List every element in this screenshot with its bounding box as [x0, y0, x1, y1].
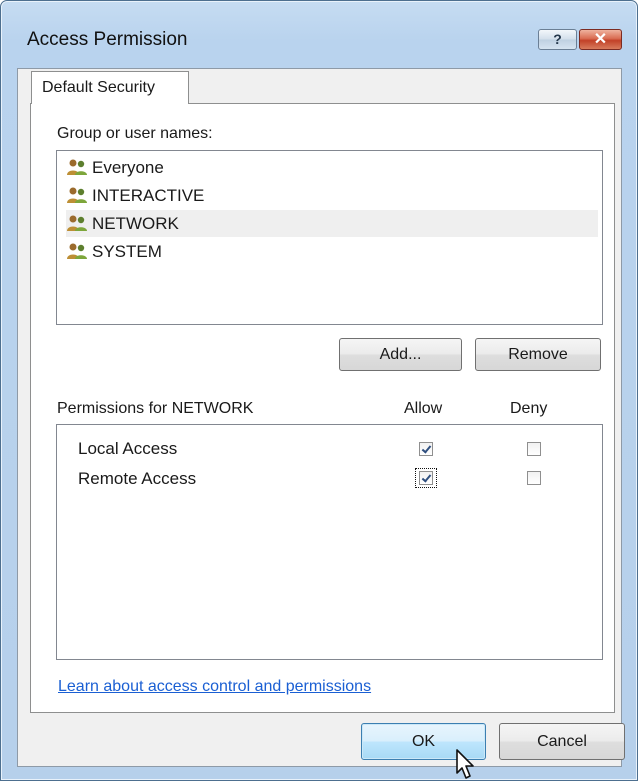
list-item-interactive[interactable]: INTERACTIVE	[66, 182, 598, 209]
group-user-listbox[interactable]: Everyone INTERACTIVE NETWORK SYSTEM	[56, 150, 603, 325]
cancel-button[interactable]: Cancel	[499, 723, 625, 760]
remove-button[interactable]: Remove	[475, 338, 601, 371]
users-icon	[67, 243, 87, 259]
close-button[interactable]: ✕	[579, 29, 622, 50]
permission-label: Remote Access	[78, 469, 197, 488]
window-title: Access Permission	[27, 29, 188, 50]
permission-row-local-access: Local Access	[57, 433, 602, 463]
list-item-network[interactable]: NETWORK	[66, 210, 598, 237]
permission-label: Local Access	[78, 439, 178, 458]
access-permission-dialog: Access Permission ? ✕ Default Security G…	[0, 0, 638, 781]
remote-access-deny-checkbox[interactable]	[527, 471, 541, 485]
add-button[interactable]: Add...	[339, 338, 462, 371]
list-item-system[interactable]: SYSTEM	[66, 238, 598, 265]
permission-row-remote-access: Remote Access	[57, 463, 602, 493]
permissions-list: Local Access Remote Access	[56, 424, 603, 660]
users-icon	[67, 215, 87, 231]
local-access-deny-checkbox[interactable]	[527, 442, 541, 456]
mouse-pointer-icon	[456, 749, 474, 779]
deny-column-header: Deny	[510, 400, 548, 417]
permissions-for-label: Permissions for NETWORK	[57, 400, 254, 417]
local-access-allow-checkbox[interactable]	[419, 442, 433, 456]
tab-default-security[interactable]: Default Security	[31, 71, 189, 104]
group-or-user-names-label: Group or user names:	[57, 125, 213, 142]
allow-column-header: Allow	[404, 400, 443, 417]
list-item-everyone[interactable]: Everyone	[66, 154, 598, 181]
title-bar: Access Permission ? ✕	[1, 1, 637, 59]
users-icon	[67, 159, 87, 175]
list-item-label: NETWORK	[92, 214, 179, 233]
list-item-label: SYSTEM	[92, 242, 162, 261]
list-item-label: Everyone	[92, 158, 164, 177]
help-button[interactable]: ?	[538, 29, 577, 50]
remote-access-allow-checkbox[interactable]	[419, 471, 433, 485]
learn-access-control-link[interactable]: Learn about access control and permissio…	[58, 678, 371, 696]
users-icon	[67, 187, 87, 203]
list-item-label: INTERACTIVE	[92, 186, 205, 205]
